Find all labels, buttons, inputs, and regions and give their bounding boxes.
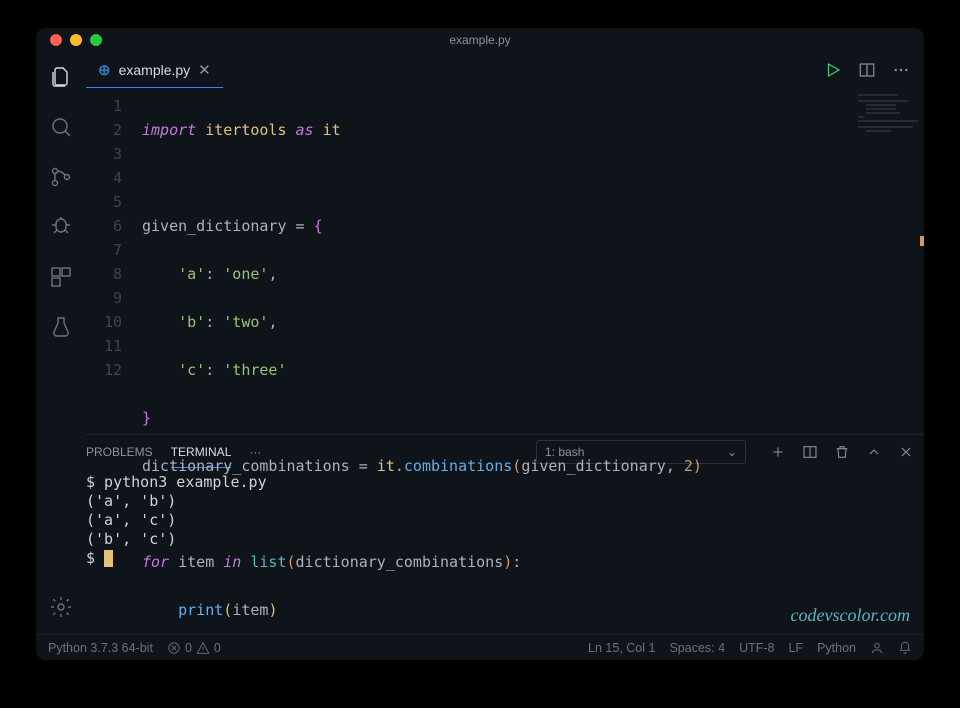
- minimap-marker: [920, 236, 924, 246]
- code-content[interactable]: import itertools as it given_dictionary …: [142, 94, 852, 434]
- status-feedback-icon[interactable]: [870, 641, 884, 655]
- vscode-window: example.py: [36, 28, 924, 660]
- run-icon[interactable]: [824, 61, 842, 79]
- debug-icon[interactable]: [48, 214, 74, 240]
- extensions-icon[interactable]: [48, 264, 74, 290]
- status-python-interpreter[interactable]: Python 3.7.3 64-bit: [48, 641, 153, 655]
- explorer-icon[interactable]: [48, 64, 74, 90]
- editor-actions: [824, 52, 924, 88]
- maximize-panel-icon[interactable]: [866, 444, 882, 460]
- settings-gear-icon[interactable]: [48, 594, 74, 620]
- title-bar: example.py: [36, 28, 924, 52]
- close-tab-icon[interactable]: ✕: [198, 61, 211, 79]
- test-icon[interactable]: [48, 314, 74, 340]
- activity-bar: [36, 52, 86, 634]
- window-title: example.py: [36, 33, 924, 47]
- code-editor[interactable]: 123456789101112 import itertools as it g…: [86, 88, 852, 434]
- minimap[interactable]: [852, 88, 924, 434]
- main-row: ⊕ example.py ✕: [36, 52, 924, 634]
- status-notifications-icon[interactable]: [898, 641, 912, 655]
- close-panel-icon[interactable]: [898, 444, 914, 460]
- search-icon[interactable]: [48, 114, 74, 140]
- line-gutter: 123456789101112: [86, 94, 142, 434]
- editor-tab[interactable]: ⊕ example.py ✕: [86, 52, 223, 88]
- tab-filename: example.py: [119, 62, 191, 78]
- source-control-icon[interactable]: [48, 164, 74, 190]
- more-actions-icon[interactable]: [892, 61, 910, 79]
- terminal-cursor: [104, 550, 113, 567]
- split-editor-icon[interactable]: [858, 61, 876, 79]
- watermark: codevscolor.com: [791, 605, 910, 626]
- python-file-icon: ⊕: [98, 61, 111, 79]
- tab-bar: ⊕ example.py ✕: [86, 52, 924, 88]
- editor-area[interactable]: 123456789101112 import itertools as it g…: [86, 88, 924, 434]
- editor-group: ⊕ example.py ✕: [86, 52, 924, 634]
